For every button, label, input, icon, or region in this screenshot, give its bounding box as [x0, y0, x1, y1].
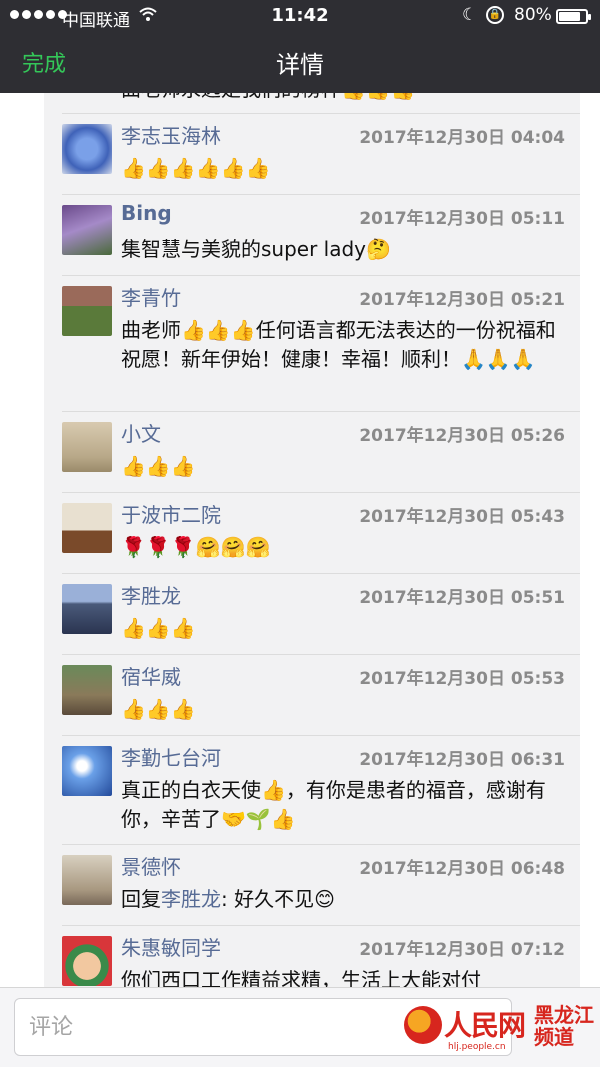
commenter-name[interactable]: 宿华威 [121, 661, 181, 690]
comment-row[interactable]: 宿华威 2017年12月30日 05:53 👍👍👍 [44, 655, 580, 736]
comment-row[interactable]: 小文 2017年12月30日 05:26 👍👍👍 [44, 412, 580, 493]
comment-row[interactable]: 于波市二院 2017年12月30日 05:43 🌹🌹🌹🤗🤗🤗 [44, 493, 580, 574]
comment-text: 真正的白衣天使👍，有你是患者的福音，感谢有你，辛苦了🤝🌱👍 [121, 778, 546, 831]
comment-row[interactable]: 朱惠敏同学 2017年12月30日 07:12 你们西口工作精益求精，生活上大能对付 [44, 926, 580, 987]
comment-time: 2017年12月30日 06:31 [359, 750, 565, 770]
comment-text: 你们西口工作精益求精，生活上大能对付 [121, 968, 481, 987]
comment-time: 2017年12月30日 05:43 [359, 507, 565, 527]
commenter-name[interactable]: 景德怀 [121, 851, 181, 880]
battery-percent: 80% [514, 5, 552, 25]
comment-time: 2017年12月30日 07:12 [359, 940, 565, 960]
comments-card: 曲老师永远是我们的榜样👍👍👍 李志玉海林 2017年12月30日 04:04 👍👍👍… [44, 93, 580, 987]
comment-row[interactable]: 李胜龙 2017年12月30日 05:51 👍👍👍 [44, 574, 580, 655]
top-bar: 中国联通 11:42 ☾ 🔒 80% 完成 详情 [0, 0, 600, 93]
status-clock: 11:42 [271, 5, 329, 26]
comment-text: 回复李胜龙: 好久不见😊 [121, 885, 571, 914]
comment-time: 2017年12月30日 05:53 [359, 669, 565, 689]
avatar[interactable] [62, 205, 112, 255]
avatar[interactable] [62, 584, 112, 634]
battery-fill [559, 12, 580, 21]
commenter-name[interactable]: 于波市二院 [121, 499, 221, 528]
avatar[interactable] [62, 665, 112, 715]
moon-icon: ☾ [462, 5, 478, 25]
bottom-comment-bar: 人民网 hlj.people.cn 黑龙江频道 [0, 987, 600, 1067]
nav-bar: 完成 详情 [0, 32, 600, 93]
avatar[interactable] [62, 855, 112, 905]
avatar[interactable] [62, 503, 112, 553]
comment-row[interactable]: 李青竹 2017年12月30日 05:21 曲老师👍👍👍任何语言都无法表达的一份祝福… [44, 276, 580, 412]
reply-prefix: 回复 [121, 887, 161, 911]
comment-text: 曲老师👍👍👍任何语言都无法表达的一份祝福和祝愿！新年伊始！健康！幸福！顺利！🙏🙏… [121, 318, 556, 371]
comment-row[interactable]: 景德怀 2017年12月30日 06:48 回复李胜龙: 好久不见😊 [44, 845, 580, 926]
commenter-name[interactable]: 李青竹 [121, 282, 181, 311]
commenter-name[interactable]: 李志玉海林 [121, 120, 221, 149]
comment-text: 曲老师永远是我们的榜样👍👍👍 [121, 93, 571, 104]
rotation-lock-icon: 🔒 [486, 6, 504, 24]
comment-time: 2017年12月30日 05:51 [359, 588, 565, 608]
comment-time: 2017年12月30日 04:04 [359, 128, 565, 148]
comment-time: 2017年12月30日 05:26 [359, 426, 565, 446]
comment-text: 集智慧与美貌的super lady🤔 [121, 237, 391, 261]
comment-text: 👍👍👍 [121, 697, 196, 721]
comment-text: 👍👍👍👍👍👍 [121, 156, 271, 180]
watermark-channel: 黑龙江频道 [534, 1003, 594, 1049]
comment-time: 2017年12月30日 06:48 [359, 859, 565, 879]
comment-row[interactable]: Bing 2017年12月30日 05:11 集智慧与美貌的super lady🤔 [44, 195, 580, 276]
watermark-brand: 人民网 [444, 1009, 526, 1042]
commenter-name[interactable]: 李勤七台河 [121, 742, 221, 771]
comment-text: 👍👍👍 [121, 616, 196, 640]
comment-partial: 曲老师永远是我们的榜样👍👍👍 [44, 93, 580, 114]
comment-time: 2017年12月30日 05:21 [359, 290, 565, 310]
comment-text: 👍👍👍 [121, 454, 196, 478]
commenter-name[interactable]: Bing [121, 201, 172, 225]
commenter-name[interactable]: 小文 [121, 418, 161, 447]
commenter-name[interactable]: 朱惠敏同学 [121, 932, 221, 961]
people-daily-logo-icon [404, 1006, 442, 1044]
comment-text: 🌹🌹🌹🤗🤗🤗 [121, 535, 271, 559]
avatar[interactable] [62, 746, 112, 796]
avatar[interactable] [62, 422, 112, 472]
watermark-url: hlj.people.cn [448, 1042, 506, 1052]
watermark: 人民网 hlj.people.cn 黑龙江频道 [404, 1004, 600, 1060]
comment-row[interactable]: 李勤七台河 2017年12月30日 06:31 真正的白衣天使👍，有你是患者的福音，… [44, 736, 580, 845]
avatar[interactable] [62, 124, 112, 174]
avatar[interactable] [62, 936, 112, 986]
commenter-name[interactable]: 李胜龙 [121, 580, 181, 609]
battery-icon [556, 9, 591, 24]
page-title: 详情 [276, 51, 324, 79]
comment-time: 2017年12月30日 05:11 [359, 209, 565, 229]
comment-row[interactable]: 李志玉海林 2017年12月30日 04:04 👍👍👍👍👍👍 [44, 114, 580, 195]
status-bar: 中国联通 11:42 ☾ 🔒 80% [0, 0, 600, 32]
reply-target-name[interactable]: 李胜龙 [161, 887, 221, 911]
avatar[interactable] [62, 286, 112, 336]
comments-scroll-area[interactable]: 曲老师永远是我们的榜样👍👍👍 李志玉海林 2017年12月30日 04:04 👍👍👍… [0, 93, 600, 987]
reply-text: : 好久不见😊 [221, 887, 335, 911]
